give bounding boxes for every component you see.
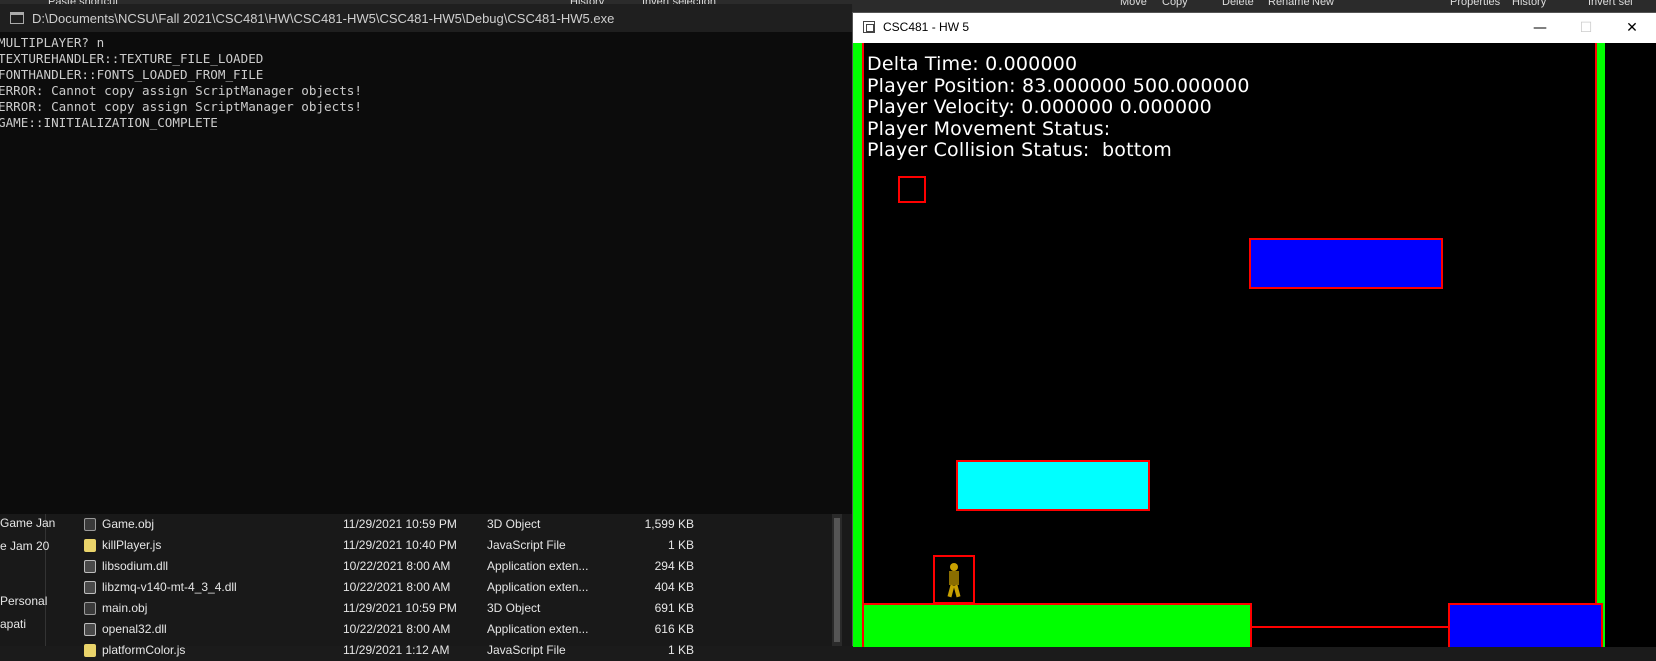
console-line: ERROR: Cannot copy assign ScriptManager …	[0, 83, 362, 98]
file-date: 10/22/2021 8:00 AM	[343, 622, 451, 636]
console-line: ERROR: Cannot copy assign ScriptManager …	[0, 99, 362, 114]
blue-platform-upper	[1249, 238, 1443, 289]
file-explorer: Game Jan e Jam 20 Personal apati Game.ob…	[0, 514, 852, 657]
console-line: FONTHANDLER::FONTS_LOADED_FROM_FILE	[0, 67, 264, 82]
file-size: 1,599 KB	[644, 517, 694, 531]
cyan-platform	[956, 460, 1150, 511]
file-row[interactable]: libzmq-v140-mt-4_3_4.dll 10/22/2021 8:00…	[62, 577, 842, 598]
js-file-icon	[84, 539, 96, 552]
left-boundary-wall	[853, 43, 864, 647]
console-line: MULTIPLAYER? n	[0, 35, 105, 50]
console-line: TEXTUREHANDLER::TEXTURE_FILE_LOADED	[0, 51, 264, 66]
hud-delta-time: Delta Time: 0.000000	[867, 53, 1078, 75]
ribbon-new[interactable]: New	[1312, 0, 1334, 8]
maximize-button[interactable]: ☐	[1563, 13, 1609, 43]
right-wall-fill	[1597, 43, 1605, 647]
file-name: main.obj	[102, 601, 148, 615]
player-torso	[949, 571, 959, 585]
ribbon-delete[interactable]: Delete	[1222, 0, 1254, 8]
file-type: JavaScript File	[487, 538, 566, 552]
nav-item[interactable]: e Jam 20	[0, 539, 49, 553]
black-ground-gap-platform	[1250, 626, 1450, 647]
game-canvas[interactable]: Delta Time: 0.000000 Player Position: 83…	[853, 43, 1656, 647]
file-type: JavaScript File	[487, 643, 566, 657]
ribbon-move[interactable]: Move	[1120, 0, 1147, 8]
player-head	[950, 563, 958, 571]
right-boundary-wall	[1595, 43, 1656, 647]
obj-file-icon	[84, 602, 96, 615]
file-name: libzmq-v140-mt-4_3_4.dll	[102, 580, 237, 594]
blue-ground-platform	[1448, 603, 1603, 647]
hud-player-position: Player Position: 83.000000 500.000000	[867, 75, 1250, 97]
hud-collision-status: Player Collision Status: bottom	[867, 139, 1172, 161]
file-row[interactable]: platformColor.js 11/29/2021 1:12 AM Java…	[62, 640, 842, 661]
game-title: CSC481 - HW 5	[883, 20, 970, 34]
file-size: 294 KB	[654, 559, 694, 573]
file-size: 616 KB	[654, 622, 694, 636]
file-size: 1 KB	[667, 538, 694, 552]
file-type: Application exten...	[487, 559, 589, 573]
ribbon-rename[interactable]: Rename	[1268, 0, 1310, 8]
file-date: 11/29/2021 1:12 AM	[343, 643, 450, 657]
ribbon-invert-selection-2[interactable]: Invert sel	[1588, 0, 1633, 8]
file-type: 3D Object	[487, 517, 541, 531]
file-size: 691 KB	[654, 601, 694, 615]
console-window[interactable]: D:\Documents\NCSU\Fall 2021\CSC481\HW\CS…	[0, 4, 853, 514]
dll-file-icon	[84, 581, 96, 594]
obj-file-icon	[84, 518, 96, 531]
file-name: Game.obj	[102, 517, 155, 531]
file-list-scrollbar[interactable]	[832, 514, 842, 646]
console-titlebar[interactable]: D:\Documents\NCSU\Fall 2021\CSC481\HW\CS…	[0, 4, 852, 32]
file-name: platformColor.js	[102, 643, 186, 657]
player-sprite-icon	[947, 563, 961, 598]
nav-item[interactable]: apati	[0, 617, 26, 631]
minimize-button[interactable]: —	[1517, 13, 1563, 43]
debug-collision-box	[898, 176, 926, 203]
file-date: 11/29/2021 10:59 PM	[343, 517, 457, 531]
file-name: libsodium.dll	[102, 559, 169, 573]
file-row[interactable]: killPlayer.js 11/29/2021 10:40 PM JavaSc…	[62, 535, 842, 556]
dll-file-icon	[84, 560, 96, 573]
ribbon-properties[interactable]: Properties	[1450, 0, 1500, 8]
file-name: openal32.dll	[102, 622, 167, 636]
file-date: 11/29/2021 10:59 PM	[343, 601, 457, 615]
file-date: 10/22/2021 8:00 AM	[343, 580, 451, 594]
nav-item[interactable]: Personal	[0, 594, 47, 608]
file-size: 1 KB	[667, 643, 694, 657]
close-button[interactable]: ✕	[1609, 13, 1655, 43]
game-titlebar[interactable]: CSC481 - HW 5 — ☐ ✕	[853, 13, 1656, 43]
console-output[interactable]: MULTIPLAYER? n TEXTUREHANDLER::TEXTURE_F…	[0, 32, 852, 131]
file-size: 404 KB	[654, 580, 694, 594]
file-row[interactable]: openal32.dll 10/22/2021 8:00 AM Applicat…	[62, 619, 842, 640]
file-type: Application exten...	[487, 580, 589, 594]
file-row[interactable]: libsodium.dll 10/22/2021 8:00 AM Applica…	[62, 556, 842, 577]
navigation-pane: Game Jan e Jam 20 Personal apati	[0, 514, 55, 646]
file-type: 3D Object	[487, 601, 541, 615]
player-character	[933, 555, 975, 604]
player-leg	[953, 584, 961, 598]
hud-movement-status: Player Movement Status:	[867, 118, 1111, 140]
ribbon-history-2[interactable]: History	[1512, 0, 1546, 8]
file-date: 10/22/2021 8:00 AM	[343, 559, 451, 573]
game-app-icon	[863, 21, 875, 33]
console-line: GAME::INITIALIZATION_COMPLETE	[0, 115, 218, 130]
file-date: 11/29/2021 10:40 PM	[343, 538, 457, 552]
scrollbar-thumb[interactable]	[834, 518, 840, 642]
file-name: killPlayer.js	[102, 538, 162, 552]
game-window[interactable]: CSC481 - HW 5 — ☐ ✕ Delta Time: 0.000000…	[852, 12, 1656, 647]
file-type: Application exten...	[487, 622, 589, 636]
nav-item[interactable]: Game Jan	[0, 516, 55, 530]
hud-player-velocity: Player Velocity: 0.000000 0.000000	[867, 96, 1212, 118]
console-app-icon	[10, 12, 24, 24]
ribbon-copy[interactable]: Copy	[1162, 0, 1188, 8]
file-row[interactable]: Game.obj 11/29/2021 10:59 PM 3D Object 1…	[62, 514, 842, 535]
dll-file-icon	[84, 623, 96, 636]
file-row[interactable]: main.obj 11/29/2021 10:59 PM 3D Object 6…	[62, 598, 842, 619]
green-ground-platform	[862, 603, 1252, 647]
console-title: D:\Documents\NCSU\Fall 2021\CSC481\HW\CS…	[32, 10, 615, 26]
